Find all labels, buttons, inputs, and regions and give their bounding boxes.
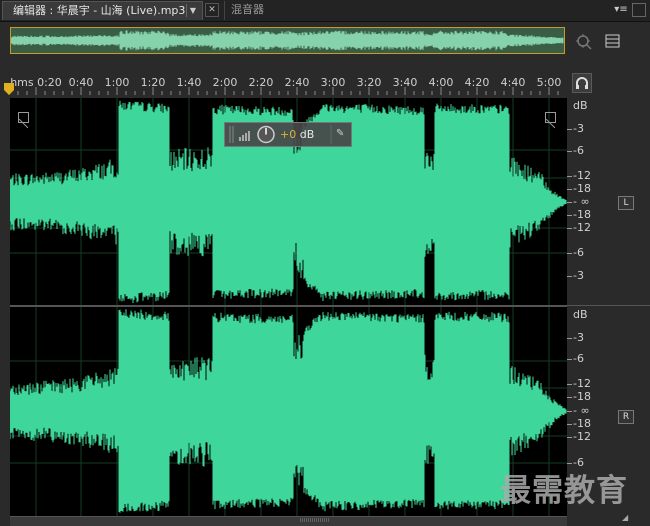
db-label: -3 xyxy=(573,122,584,135)
db-tick xyxy=(567,411,572,412)
tab-editor[interactable]: 编辑器 : 华晨宇 - 山海 (Live).mp3 ▼ xyxy=(2,1,203,20)
db-label: - ∞ xyxy=(573,195,590,208)
maximize-icon[interactable] xyxy=(632,3,646,17)
db-label: -3 xyxy=(573,331,584,344)
db-tick xyxy=(567,129,572,130)
watermark: 最需教育 xyxy=(500,473,628,509)
chevron-down-icon[interactable]: ▼ xyxy=(186,4,199,17)
db-label: -12 xyxy=(573,221,591,234)
ruler-label: 3:20 xyxy=(356,76,382,89)
ruler-label: 1:40 xyxy=(176,76,202,89)
volume-value-unit: dB xyxy=(296,128,315,141)
close-icon[interactable]: ✕ xyxy=(205,3,219,17)
headphone-icon[interactable] xyxy=(572,73,592,93)
ruler-label: 5:00 xyxy=(536,76,562,89)
overview-waveform xyxy=(11,30,564,51)
ruler-label: 3:40 xyxy=(392,76,418,89)
panel-menu-icon[interactable]: ▾≡ xyxy=(612,3,630,17)
amplitude-scale: dB -3 -6 -12 -18- ∞ -18 -12 -6 -3 LdB -3 -6 -12 -18- … xyxy=(567,98,650,516)
db-tick xyxy=(567,338,572,339)
db-label: -6 xyxy=(573,352,584,365)
volume-hud[interactable]: +0 dB ✎ xyxy=(224,122,352,147)
db-tick xyxy=(567,276,572,277)
db-label: dB xyxy=(573,99,588,112)
ruler-label: 1:00 xyxy=(104,76,130,89)
left-channel-button[interactable]: L xyxy=(618,196,634,210)
db-tick xyxy=(567,437,572,438)
zoom-icon[interactable] xyxy=(575,33,593,51)
selection-corner-icon[interactable] xyxy=(18,112,29,129)
db-label: -6 xyxy=(573,144,584,157)
channel-divider xyxy=(10,305,567,307)
db-tick xyxy=(567,253,572,254)
db-label: -18 xyxy=(573,417,591,430)
tab-editor-label: 编辑器 : 华晨宇 - 山海 (Live).mp3 xyxy=(13,4,186,17)
db-label: -18 xyxy=(573,182,591,195)
db-tick xyxy=(567,189,572,190)
resize-grip-icon[interactable]: ◢ xyxy=(622,513,642,523)
db-label: - ∞ xyxy=(573,404,590,417)
tab-mixer[interactable]: 混音器 xyxy=(224,1,281,20)
db-tick xyxy=(567,176,572,177)
db-label: -18 xyxy=(573,208,591,221)
db-label: -12 xyxy=(573,430,591,443)
db-tick xyxy=(567,359,572,360)
ruler-label: 4:00 xyxy=(428,76,454,89)
db-label: -3 xyxy=(573,269,584,282)
db-label: -12 xyxy=(573,169,591,182)
db-tick xyxy=(567,215,572,216)
volume-value[interactable]: +0 dB xyxy=(280,128,314,141)
pin-icon[interactable]: ✎ xyxy=(336,128,344,139)
db-tick xyxy=(567,202,572,203)
waveform-overview[interactable] xyxy=(10,27,565,54)
selection-corner-icon[interactable] xyxy=(545,112,556,129)
list-icon[interactable] xyxy=(605,34,620,48)
waveform-right-channel xyxy=(10,309,567,513)
scale-divider xyxy=(567,305,650,306)
db-tick xyxy=(567,397,572,398)
waveform-channels xyxy=(10,98,567,516)
scroll-grip-icon[interactable] xyxy=(300,518,330,522)
playhead-marker[interactable] xyxy=(4,83,14,95)
ruler-label: hms 0:20 xyxy=(10,76,62,89)
ruler-label: 2:40 xyxy=(284,76,310,89)
waveform-display[interactable] xyxy=(10,98,567,516)
ruler-label: 0:40 xyxy=(68,76,94,89)
db-tick xyxy=(567,424,572,425)
db-tick xyxy=(567,228,572,229)
db-tick xyxy=(567,384,572,385)
ruler-label: 1:20 xyxy=(140,76,166,89)
db-label: dB xyxy=(573,308,588,321)
db-label: -18 xyxy=(573,390,591,403)
volume-value-number: +0 xyxy=(280,128,297,141)
ruler-label: 2:20 xyxy=(248,76,274,89)
db-tick xyxy=(567,151,572,152)
db-label: -12 xyxy=(573,377,591,390)
ruler-label: 4:40 xyxy=(500,76,526,89)
db-tick xyxy=(567,463,572,464)
ruler-label: 2:00 xyxy=(212,76,238,89)
right-channel-button[interactable]: R xyxy=(618,410,634,424)
ruler-label: 3:00 xyxy=(320,76,346,89)
time-ruler[interactable]: hms 0:20 0:40 1:00 1:20 1:40 2:00 2:20 2:40 3:00… xyxy=(0,73,567,95)
ruler-label: 4:20 xyxy=(464,76,490,89)
db-label: -6 xyxy=(573,246,584,259)
